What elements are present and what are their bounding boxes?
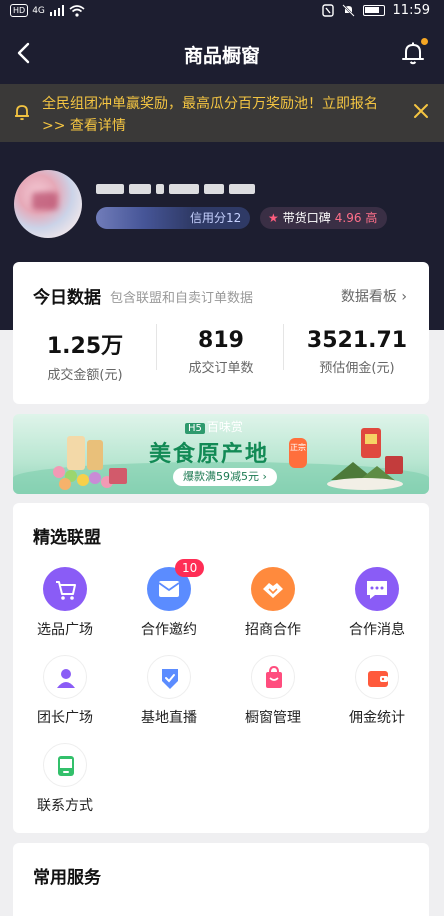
battery-icon [362,5,385,16]
grid-item-cooperation-invite[interactable]: 10 合作邀约 [117,559,221,639]
nav-bar: 商品橱窗 [0,32,444,76]
wifi-icon [69,4,85,17]
nfc-icon [321,4,334,17]
cart-icon [43,567,87,611]
grid-item-merchant-recruit[interactable]: 招商合作 [221,567,325,639]
grid-item-cooperation-messages[interactable]: 合作消息 [325,567,429,639]
stat-value: 3521.71 [306,328,408,353]
stat-value: 819 [198,328,244,353]
signal-icon [49,5,64,16]
section-title: 精选联盟 [33,528,101,548]
promo-banner[interactable]: H5 百味赏 美食原产地 正宗 爆款满59减5元 › [13,414,429,494]
star-icon: ★ [268,211,279,225]
credit-score-label: 信用分12 [190,211,242,225]
mail-icon: 10 [147,559,205,611]
grid-item-leader-square[interactable]: 团长广场 [13,655,117,727]
handshake-icon [251,567,295,611]
hd-indicator: HD [10,4,29,17]
promo-title: 美食原产地 [149,442,270,467]
brand-logo: H5 [185,423,205,434]
status-bar: HD 4G 11:59 [0,0,444,24]
bag-icon [251,655,295,699]
notice-banner[interactable]: 全民组团冲单赢奖励，最高瓜分百万奖励池！立即报名 >> 查看详情 [0,84,444,142]
today-data-card: 今日数据 包含联盟和自卖订单数据 数据看板 › 1.25万 成交金额(元) 81… [13,262,429,404]
reputation-value: 4.96 高 [334,211,378,225]
today-title: 今日数据 [33,288,101,308]
reputation-label: 带货口碑 [282,211,331,225]
network-indicator: 4G [32,5,45,16]
bell-outline-icon [15,105,29,121]
username-blurred [96,178,260,200]
grid-item-base-live[interactable]: 基地直播 [117,655,221,727]
promo-brand: H5 百味赏 [185,418,243,435]
grid-label: 基地直播 [141,710,197,726]
credit-score-pill[interactable]: 信用分12 [96,207,250,229]
stat-gmv[interactable]: 1.25万 成交金额(元) [17,328,153,383]
stat-label: 成交订单数 [188,361,254,376]
message-icon [355,567,399,611]
promo-tag: 正宗 [289,438,307,468]
page-title: 商品橱窗 [183,45,260,67]
grid-label: 团长广场 [37,710,93,726]
notification-dot [421,38,428,45]
stat-label: 成交金额(元) [47,368,123,383]
unread-badge: 10 [175,559,205,577]
promo-pill[interactable]: 爆款满59减5元 › [173,468,277,486]
grid-label: 合作邀约 [141,622,197,638]
close-icon[interactable] [412,102,430,120]
wallet-icon [355,655,399,699]
divider [283,324,284,370]
clock: 11:59 [392,3,430,18]
reputation-pill[interactable]: ★ 带货口碑 4.96 高 [260,207,388,229]
phone-icon [43,743,87,787]
grid-label: 选品广场 [37,622,93,638]
grid-label: 招商合作 [245,622,301,638]
grid-label: 联系方式 [37,798,93,814]
grid-label: 佣金统计 [349,710,405,726]
stat-label: 预估佣金(元) [319,361,395,376]
person-icon [43,655,87,699]
food-illustration-right [327,428,403,490]
blurred-mask [96,207,192,229]
grid-item-product-square[interactable]: 选品广场 [13,567,117,639]
shield-check-icon [147,655,191,699]
grid-label: 橱窗管理 [245,710,301,726]
brand-name: 百味赏 [206,420,243,434]
grid-item-window-manage[interactable]: 橱窗管理 [221,655,325,727]
data-dashboard-link[interactable]: 数据看板 › [341,286,407,306]
grid-item-contact[interactable]: 联系方式 [13,743,117,815]
section-title: 常用服务 [33,868,101,888]
stat-orders[interactable]: 819 成交订单数 [153,328,289,376]
today-subtitle: 包含联盟和自卖订单数据 [110,291,254,306]
notice-text[interactable]: 全民组团冲单赢奖励，最高瓜分百万奖励池！立即报名 >> 查看详情 [42,93,402,137]
grid-item-commission-stats[interactable]: 佣金统计 [325,655,429,727]
common-services-card: 常用服务 [13,843,429,916]
selected-union-card: 精选联盟 选品广场 10 合作邀约 招商合作 合作消息 团长广场 基地直播 橱窗… [13,503,429,833]
stat-value: 1.25万 [46,334,124,359]
mute-bell-icon [341,4,355,17]
stat-commission[interactable]: 3521.71 预估佣金(元) [289,328,425,376]
food-illustration-left [53,436,127,490]
avatar[interactable] [14,170,82,238]
grid-label: 合作消息 [349,622,405,638]
